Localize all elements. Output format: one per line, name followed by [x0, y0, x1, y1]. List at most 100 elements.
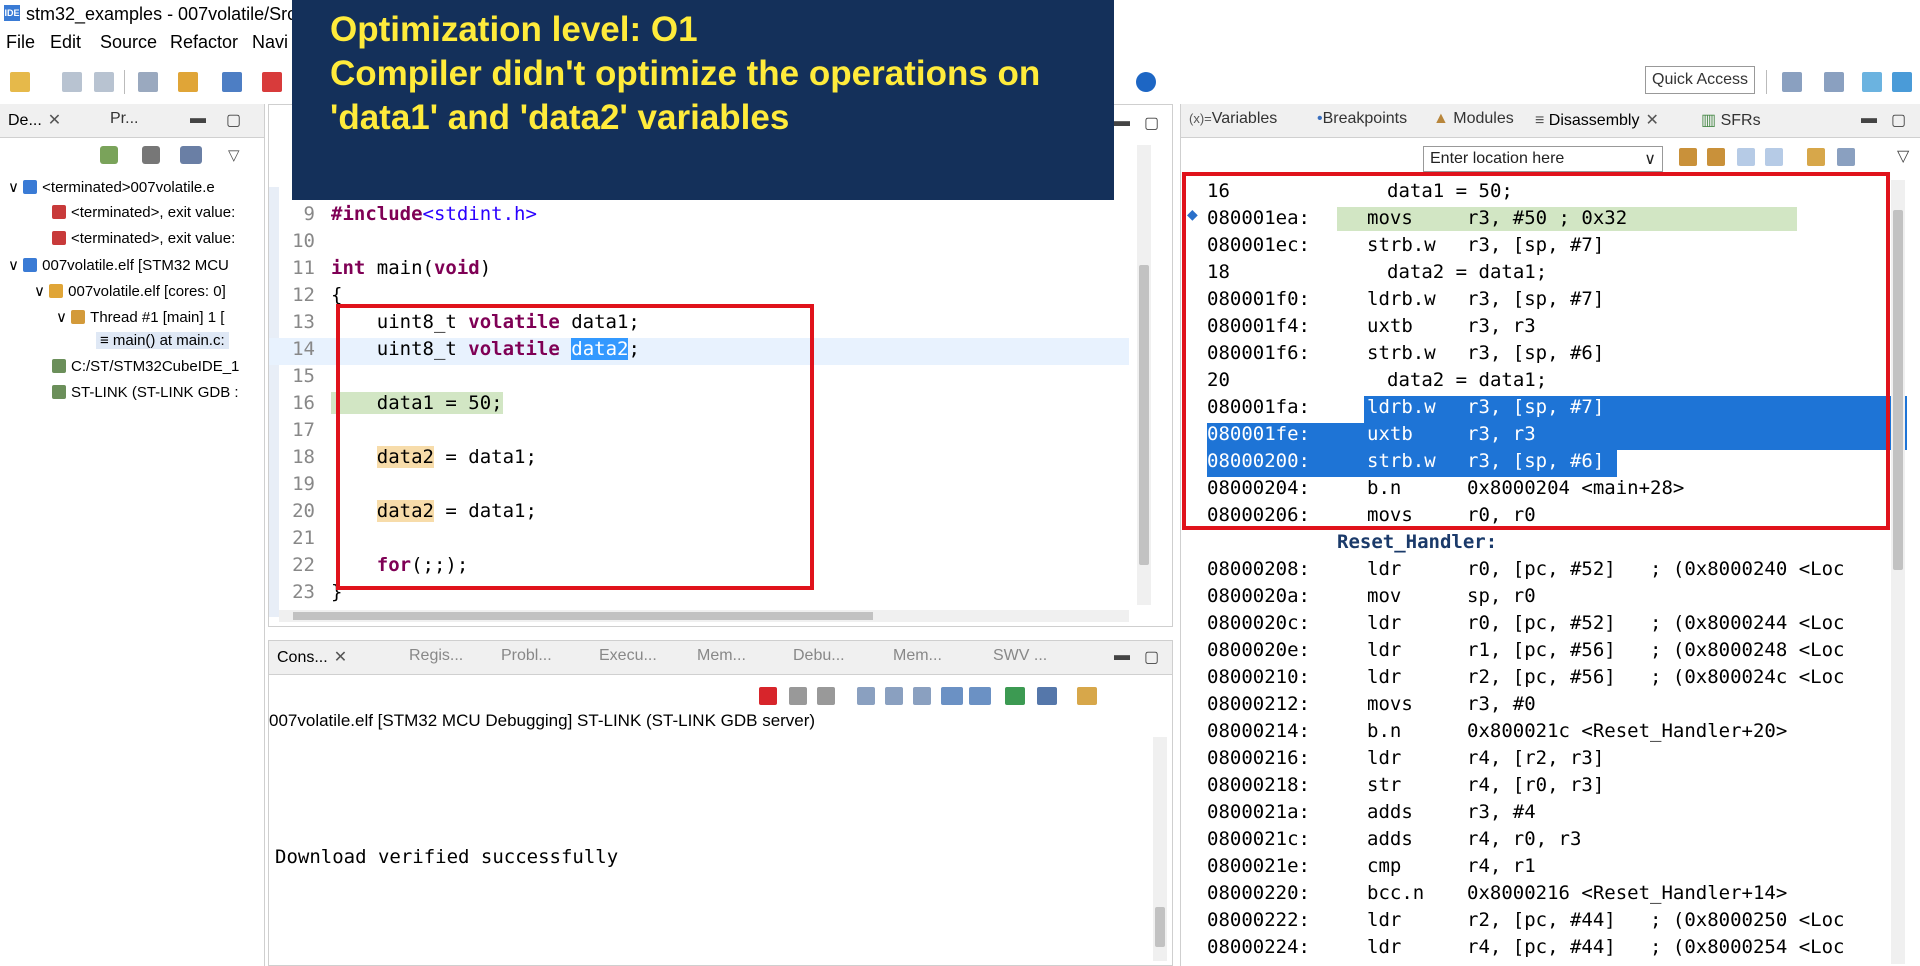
open-perspective-icon[interactable]: [1782, 72, 1802, 92]
view-menu-icon[interactable]: ▽: [228, 146, 240, 164]
menu-source[interactable]: Source: [100, 32, 157, 53]
code-line: 11 int main(void): [292, 257, 492, 279]
menu-file[interactable]: File: [6, 32, 35, 53]
mx-perspective-icon[interactable]: [1892, 72, 1912, 92]
editor-hscrollbar[interactable]: [279, 610, 1129, 622]
minimize-icon[interactable]: ▬: [1114, 647, 1130, 665]
relaunch-icon[interactable]: [100, 146, 118, 164]
expand-icon[interactable]: ∨: [8, 257, 23, 274]
debug-tabs: De... ✕ Pr... ▬ ▢: [0, 104, 264, 138]
build-icon[interactable]: [138, 72, 158, 92]
disasm-line: 08000214: b.n 0x800021c <Reset_Handler+20>: [1207, 720, 1788, 742]
tab-breakpoints[interactable]: •Breakpoints: [1317, 110, 1407, 128]
tab-executables[interactable]: Execu...: [599, 647, 657, 665]
step-filter-icon[interactable]: [180, 146, 202, 164]
tab-sfrs[interactable]: ▥ SFRs: [1701, 110, 1761, 130]
show-on-error-icon[interactable]: [969, 687, 991, 705]
remove-all-icon[interactable]: [817, 687, 835, 705]
close-icon[interactable]: ✕: [334, 649, 347, 666]
disasm-line: 08000208: ldr r0, [pc, #52] ; (0x8000240 <…: [1207, 558, 1845, 580]
open-console-icon[interactable]: [1077, 687, 1097, 705]
show-source-icon[interactable]: [1765, 148, 1783, 166]
tree-item-label: C:/ST/STM32CubeIDE_1: [71, 358, 240, 375]
clear-console-icon[interactable]: [857, 687, 875, 705]
disasm-line: 0800020a: mov sp, r0: [1207, 585, 1536, 607]
remove-launch-icon[interactable]: [789, 687, 807, 705]
word-wrap-icon[interactable]: [913, 687, 931, 705]
new-view-icon[interactable]: [1807, 148, 1825, 166]
tree-item[interactable]: C:/ST/STM32CubeIDE_1: [52, 358, 239, 375]
view-menu-icon[interactable]: ▽: [1897, 146, 1909, 166]
stop-icon[interactable]: [262, 72, 282, 92]
cpp-perspective-icon[interactable]: [1824, 72, 1844, 92]
disasm-line: 0800020c: ldr r0, [pc, #52] ; (0x8000244 <…: [1207, 612, 1845, 634]
annotation-banner: Optimization level: O1 Compiler didn't o…: [292, 0, 1114, 200]
debug-icon[interactable]: [222, 72, 242, 92]
scrollbar-thumb[interactable]: [1893, 210, 1903, 570]
console-scrollbar[interactable]: [1153, 737, 1167, 961]
info-icon[interactable]: [1136, 72, 1156, 92]
chevron-down-icon[interactable]: ∨: [1644, 149, 1656, 169]
remove-terminated-icon[interactable]: [142, 146, 160, 164]
location-input[interactable]: Enter location here ∨: [1423, 146, 1663, 172]
tab-debug[interactable]: De... ✕: [8, 110, 61, 130]
disasm-scrollbar[interactable]: [1891, 180, 1905, 964]
close-icon[interactable]: ✕: [48, 112, 61, 129]
save-all-icon[interactable]: [94, 72, 114, 92]
tab-variables[interactable]: (x)=Variables: [1189, 110, 1277, 128]
maximize-icon[interactable]: ▢: [226, 110, 241, 130]
tree-item-selected[interactable]: ≡ main() at main.c:: [96, 332, 229, 349]
editor-scrollbar[interactable]: [1137, 145, 1151, 605]
close-icon[interactable]: ✕: [1645, 112, 1658, 129]
minimize-icon[interactable]: ▬: [1861, 110, 1877, 128]
expand-icon[interactable]: ∨: [34, 283, 49, 300]
tree-item[interactable]: ∨ 007volatile.elf [cores: 0]: [34, 282, 226, 300]
pin-console-icon[interactable]: [1005, 687, 1025, 705]
goto-pc-icon[interactable]: [1679, 148, 1697, 166]
minimize-icon[interactable]: ▬: [1114, 113, 1130, 131]
scroll-lock-icon[interactable]: [885, 687, 903, 705]
run-icon[interactable]: [178, 72, 198, 92]
tab-registers[interactable]: Regis...: [409, 647, 463, 665]
tab-memory-browser[interactable]: Mem...: [893, 647, 942, 665]
menu-refactor[interactable]: Refactor: [170, 32, 238, 53]
tab-memory[interactable]: Mem...: [697, 647, 746, 665]
menu-edit[interactable]: Edit: [50, 32, 81, 53]
scrollbar-thumb[interactable]: [1139, 265, 1149, 565]
tree-item[interactable]: ∨ 007volatile.elf [STM32 MCU: [8, 256, 229, 274]
quick-access-field[interactable]: Quick Access: [1645, 66, 1755, 94]
pin-view-icon[interactable]: [1837, 148, 1855, 166]
tree-item[interactable]: <terminated>, exit value:: [52, 204, 235, 221]
expand-icon[interactable]: ∨: [56, 309, 71, 326]
home-icon[interactable]: [1707, 148, 1725, 166]
tree-item[interactable]: ST-LINK (ST-LINK GDB :: [52, 384, 239, 401]
scrollbar-thumb[interactable]: [1155, 907, 1165, 947]
tab-project-explorer[interactable]: Pr...: [110, 110, 138, 128]
save-icon[interactable]: [62, 72, 82, 92]
tab-problems[interactable]: Probl...: [501, 647, 552, 665]
expand-icon[interactable]: ∨: [8, 179, 23, 196]
variables-icon: (x)=: [1189, 111, 1212, 126]
display-console-icon[interactable]: [1037, 687, 1057, 705]
tab-disassembly[interactable]: ≡ Disassembly ✕: [1535, 110, 1659, 130]
tab-console[interactable]: Cons... ✕: [277, 647, 347, 667]
thread-icon: [71, 310, 86, 324]
minimize-icon[interactable]: ▬: [190, 110, 206, 128]
disasm-line: 0800021c: adds r4, r0, r3: [1207, 828, 1582, 850]
scrollbar-thumb[interactable]: [293, 612, 873, 620]
new-icon[interactable]: [10, 72, 30, 92]
maximize-icon[interactable]: ▢: [1144, 647, 1159, 667]
debug-perspective-icon[interactable]: [1862, 72, 1882, 92]
menu-navigate[interactable]: Navi: [252, 32, 288, 53]
tab-debugger-console[interactable]: Debu...: [793, 647, 845, 665]
maximize-icon[interactable]: ▢: [1891, 110, 1906, 130]
tree-item[interactable]: <terminated>, exit value:: [52, 230, 235, 247]
tree-item[interactable]: ∨ Thread #1 [main] 1 [: [56, 308, 224, 326]
terminate-icon[interactable]: [759, 687, 777, 705]
tab-swv[interactable]: SWV ...: [993, 647, 1047, 665]
tab-modules[interactable]: ▲ Modules: [1433, 110, 1514, 128]
link-with-editor-icon[interactable]: [1737, 148, 1755, 166]
maximize-icon[interactable]: ▢: [1144, 113, 1159, 133]
show-on-output-icon[interactable]: [941, 687, 963, 705]
tree-item[interactable]: ∨ <terminated>007volatile.e: [8, 178, 215, 196]
